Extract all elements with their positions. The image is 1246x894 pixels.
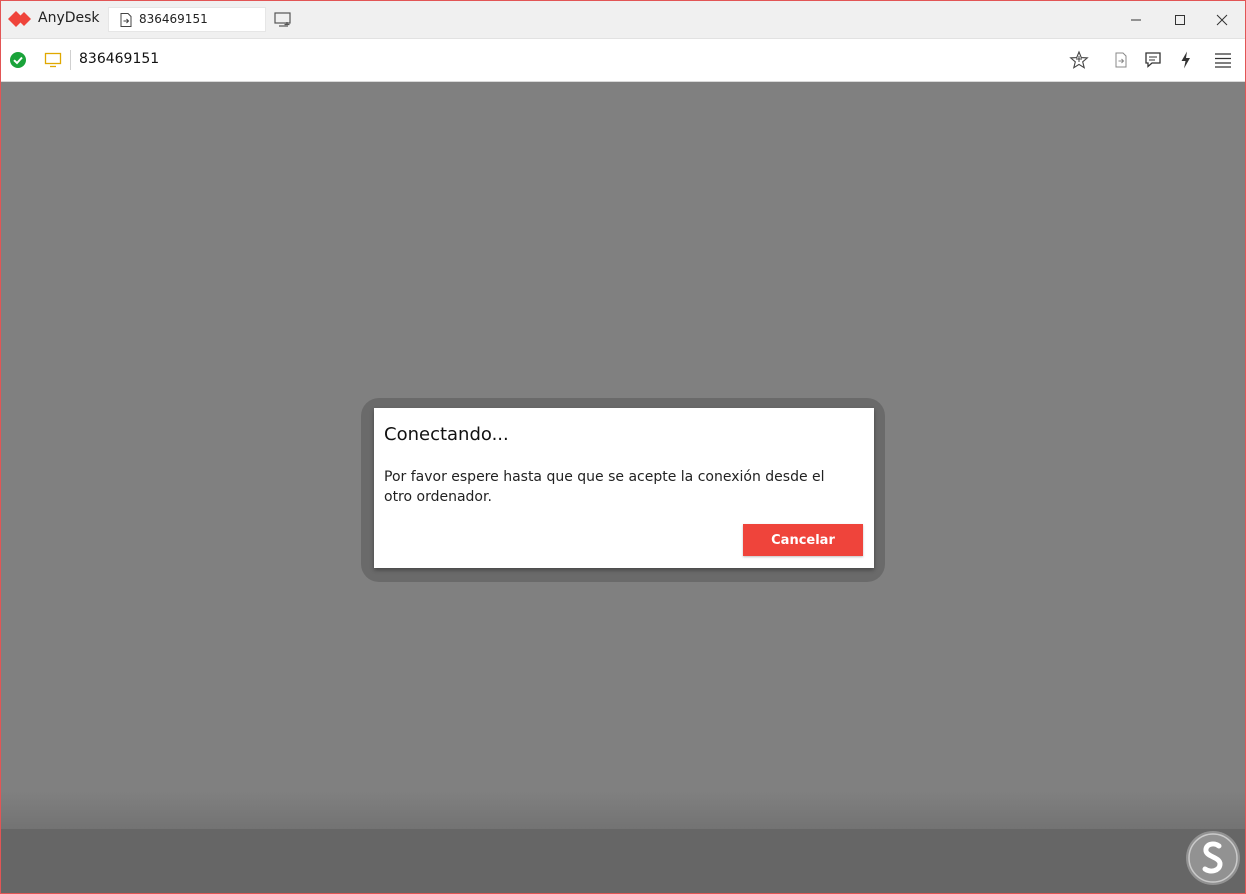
title-bar: AnyDesk 836469151 <box>1 1 1245 39</box>
tab-label: 836469151 <box>139 12 208 26</box>
toolbar-divider <box>70 50 71 70</box>
minimize-icon <box>1131 19 1141 21</box>
anydesk-logo-icon <box>8 11 31 27</box>
new-session-icon[interactable] <box>274 12 292 28</box>
maximize-button[interactable] <box>1157 1 1203 38</box>
file-transfer-icon[interactable] <box>1111 50 1131 70</box>
close-icon <box>1216 14 1228 26</box>
remote-view-fade <box>1 791 1245 829</box>
dialog-title: Conectando... <box>384 424 509 445</box>
check-circle-icon <box>10 52 26 68</box>
lightning-icon[interactable] <box>1176 50 1196 70</box>
monitor-icon[interactable] <box>44 52 62 68</box>
menu-icon[interactable] <box>1213 50 1233 70</box>
anydesk-window: AnyDesk 836469151 836469151 Conectando..… <box>0 0 1246 894</box>
star-icon[interactable] <box>1069 50 1089 70</box>
remote-view-bottom-band <box>1 829 1245 893</box>
session-tab[interactable]: 836469151 <box>108 7 266 32</box>
file-arrow-icon <box>120 13 132 27</box>
cancel-button[interactable]: Cancelar <box>743 524 863 556</box>
toolbar: 836469151 <box>1 39 1245 82</box>
watermark-logo-icon <box>1186 831 1240 885</box>
close-button[interactable] <box>1199 1 1245 38</box>
connecting-dialog: Conectando... Por favor espere hasta que… <box>374 408 874 568</box>
chat-icon[interactable] <box>1143 50 1163 70</box>
dialog-message: Por favor espere hasta que que se acepte… <box>384 469 825 505</box>
remote-address: 836469151 <box>79 51 160 67</box>
app-name: AnyDesk <box>38 10 100 26</box>
minimize-button[interactable] <box>1113 1 1159 38</box>
maximize-icon <box>1175 15 1185 25</box>
